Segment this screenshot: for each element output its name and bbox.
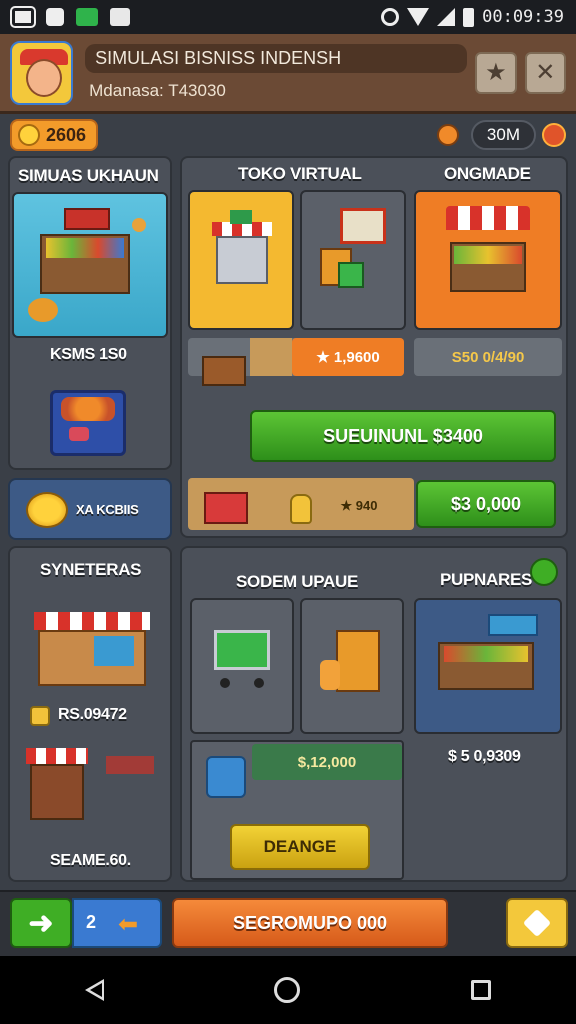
sign-shop-tile[interactable]	[300, 190, 406, 330]
gift-box-icon	[204, 492, 248, 524]
signal-icon	[437, 8, 456, 26]
game-title: SIMULASI BISNISS INDENSH	[85, 44, 468, 73]
fruit-crate-image[interactable]	[50, 390, 126, 456]
star-value-bar: ★ 940	[340, 498, 378, 513]
produce-price: $ 5 0,9309	[448, 748, 521, 765]
next-arrow-button[interactable]: ➜	[10, 898, 72, 948]
purchases-title: PUPNARES	[440, 570, 533, 589]
virtual-store-panel: TOKO VIRTUAL ONGMADE ★ 1,9600 S50 0/4/90…	[180, 156, 568, 538]
wifi-icon	[407, 8, 430, 26]
coin-badge-icon	[30, 706, 50, 726]
counter-box[interactable]: 2 ⬅	[72, 898, 162, 948]
battery-icon	[463, 7, 475, 27]
green-badge-icon[interactable]	[530, 558, 558, 586]
alarm-icon	[381, 8, 400, 26]
title-bar: SIMULASI BISNISS INDENSH Mdanasa: T43030…	[0, 34, 576, 114]
red-tag	[106, 756, 154, 774]
coin-icon	[18, 124, 40, 146]
shop-panel-left: SIMUAS UKHAUN KSMS 1S0	[8, 156, 172, 470]
progress-fill-tan	[250, 338, 292, 376]
game-subtitle: Mdanasa: T43030	[89, 81, 226, 100]
panel-title: SIMUAS UKHAUN	[18, 166, 159, 185]
system-nav-bar	[0, 956, 576, 1024]
produce-stand-tile[interactable]	[414, 598, 562, 734]
heart-icon[interactable]	[542, 123, 566, 147]
bonus-icon	[436, 124, 459, 146]
home-icon[interactable]	[274, 977, 301, 1003]
clock: 00:09:39	[482, 7, 564, 27]
gold-coin-icon	[26, 492, 68, 528]
kiosk-item-tile[interactable]	[188, 190, 294, 330]
coin-value: 2606	[46, 124, 87, 145]
bottom-bar: ➜ 2 ⬅ SEGROMUPO 000	[0, 890, 576, 956]
coin-row[interactable]: XA KCBIIS	[8, 478, 172, 540]
syneteras-price: RS.09472	[58, 706, 127, 723]
change-button[interactable]: DEANGE	[230, 824, 370, 870]
back-icon[interactable]	[85, 979, 105, 1001]
syneteras-footer: SEAME.60.	[50, 852, 131, 869]
shop-building-image[interactable]	[34, 596, 150, 688]
coin-row-label: XA KCBIIS	[76, 502, 139, 517]
syneteras-title: SYNETERAS	[40, 560, 142, 579]
recents-icon[interactable]	[470, 980, 491, 1000]
start-button[interactable]: SEGROMUPO 000	[172, 898, 448, 948]
stall-price: KSMS 1S0	[50, 346, 127, 363]
star-icon: ★	[485, 59, 507, 86]
price-bar: S50 0/4/90	[414, 338, 562, 376]
resource-bar: 2606 30M	[0, 114, 576, 156]
camera-icon	[46, 8, 64, 26]
news-icon	[110, 8, 130, 26]
mini-kiosk-image[interactable]	[26, 748, 88, 822]
favorite-button[interactable]: ★	[475, 51, 517, 94]
status-bar: 00:09:39	[0, 0, 576, 34]
atm-tile[interactable]	[300, 598, 404, 734]
safe-icon	[206, 756, 246, 798]
main-purchase-button[interactable]: SUEUINUNL $3400	[250, 410, 556, 462]
resource-value: 30M	[470, 120, 536, 150]
close-button[interactable]: ✕	[524, 51, 566, 94]
cart-tile[interactable]	[190, 598, 294, 734]
arrow-right-icon: ➜	[28, 906, 54, 940]
buy-button[interactable]: $3 0,000	[416, 480, 556, 528]
chat-icon	[76, 8, 98, 26]
market-stall-tile[interactable]	[414, 190, 562, 330]
toko-virtual-title: TOKO VIRTUAL	[238, 164, 362, 183]
app-logo	[10, 40, 74, 105]
arrow-left-icon: ⬅	[118, 911, 139, 938]
ticket-button[interactable]	[506, 898, 568, 948]
upgrade-panel: SODEM UPAUE PUPNARES $ 5 0,9309 $,12,000…	[180, 546, 568, 882]
upgrade-title: SODEM UPAUE	[236, 572, 359, 591]
syneteras-panel: SYNETERAS RS.09472 SEAME.60.	[8, 546, 172, 882]
close-icon: ✕	[535, 59, 556, 86]
coin-counter[interactable]: 2606	[10, 119, 99, 151]
crate-icon	[202, 356, 246, 386]
diamond-icon	[522, 908, 552, 938]
counter-value: 2	[86, 912, 97, 932]
upgrade-value-bar: $,12,000	[252, 744, 402, 780]
image-icon	[10, 6, 36, 28]
ongmade-title: ONGMADE	[444, 164, 531, 183]
star-progress-bar: ★ 1,9600	[292, 338, 404, 376]
market-stall-image[interactable]	[12, 192, 168, 338]
trophy-icon	[290, 494, 312, 524]
